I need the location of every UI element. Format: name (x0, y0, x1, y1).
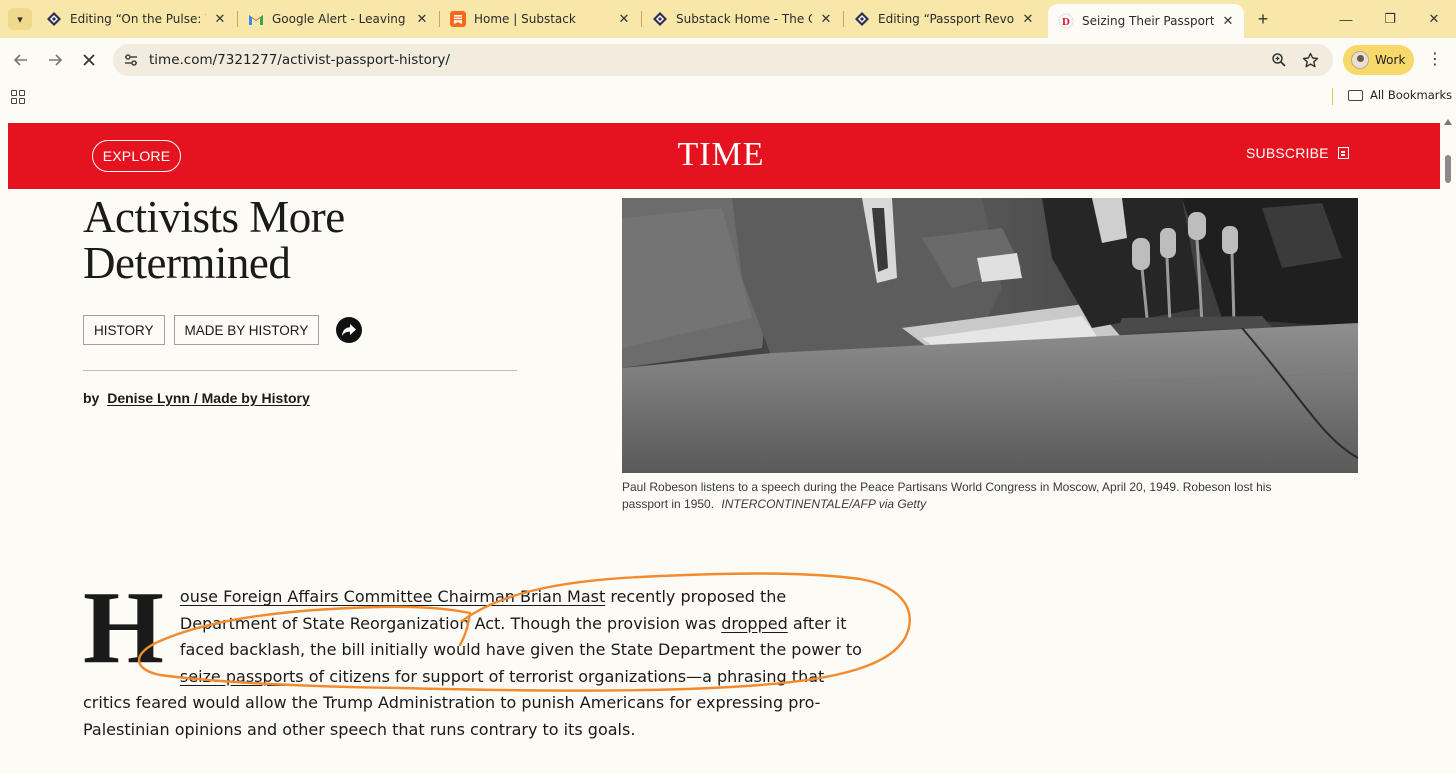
tab-title: Substack Home - The Cons (676, 12, 812, 26)
close-icon[interactable]: ✕ (616, 11, 632, 27)
apps-grid-icon[interactable] (11, 90, 25, 104)
explore-button[interactable]: EXPLORE (92, 140, 181, 172)
stop-loading-button[interactable] (77, 48, 101, 72)
substack-editor-icon (854, 11, 870, 27)
close-icon[interactable]: ✕ (212, 11, 228, 27)
site-settings-icon[interactable] (123, 52, 139, 68)
press-conference-photo (622, 198, 1358, 473)
close-icon[interactable]: ✕ (414, 11, 430, 27)
profile-label: Work (1375, 53, 1406, 67)
arrow-left-icon (13, 54, 27, 66)
photo-caption: Paul Robeson listens to a speech during … (622, 479, 1302, 513)
tab-title: Home | Substack (474, 12, 576, 26)
tab-title: Editing “On the Pulse: Wee (70, 12, 206, 26)
folder-icon (1348, 89, 1363, 101)
scroll-up-arrow-icon[interactable] (1444, 119, 1452, 125)
browser-toolbar: time.com/7321277/activist-passport-histo… (0, 38, 1456, 83)
subscribe-label: SUBSCRIBE (1246, 145, 1329, 161)
web-page: EXPLORE TIME SUBSCRIBE Activists More De… (0, 113, 1440, 774)
tab-substack-home-cons[interactable]: Substack Home - The Cons ✕ (642, 0, 842, 38)
star-icon (1302, 52, 1318, 67)
bookmarks-separator (1332, 88, 1333, 105)
forward-button[interactable] (43, 48, 67, 72)
headline-line: Activists More (83, 192, 345, 242)
substack-editor-icon (46, 11, 62, 27)
minimize-icon: — (1339, 11, 1353, 27)
back-button[interactable] (9, 48, 33, 72)
browser-menu-button[interactable]: ⋮ (1427, 49, 1443, 71)
article-body: H ouse Foreign Affairs Committee Chairma… (83, 570, 863, 744)
restore-icon: ❐ (1384, 11, 1396, 26)
caption-text: Paul Robeson listens to a speech during … (622, 480, 1272, 511)
tab-substack-home[interactable]: Home | Substack ✕ (440, 0, 640, 38)
close-icon[interactable]: ✕ (818, 11, 834, 27)
profile-button[interactable]: Work (1343, 45, 1414, 75)
headline-line: Determined (83, 238, 291, 288)
tab-title: Google Alert - Leaving the (272, 12, 408, 26)
tab-google-alert[interactable]: Google Alert - Leaving the ✕ (238, 0, 438, 38)
close-icon: ✕ (1428, 11, 1440, 26)
author-link[interactable]: Denise Lynn / Made by History (107, 390, 310, 406)
scroll-thumb[interactable] (1445, 155, 1451, 183)
close-icon[interactable]: ✕ (1020, 11, 1036, 27)
byline: by Denise Lynn / Made by History (83, 390, 310, 406)
arrow-right-icon (49, 54, 63, 66)
zoom-icon (1272, 53, 1286, 67)
address-bar[interactable]: time.com/7321277/activist-passport-histo… (113, 44, 1333, 76)
zoom-button[interactable] (1269, 50, 1289, 70)
tab-title: Editing “Passport Revocatio (878, 12, 1014, 26)
photo-credit: INTERCONTINENTALE/AFP via Getty (721, 497, 927, 511)
bookmarks-bar: All Bookmarks (0, 83, 1456, 111)
svg-text:D: D (1062, 16, 1070, 28)
chevron-down-icon: ▾ (17, 13, 23, 26)
dropped-link[interactable]: dropped (721, 614, 787, 633)
time-logo[interactable]: TIME (675, 136, 767, 174)
time-icon: D (1058, 13, 1074, 29)
seize-passports-link[interactable]: seize passports (180, 667, 304, 686)
close-icon[interactable]: ✕ (1220, 13, 1236, 29)
restore-button[interactable]: ❐ (1368, 0, 1412, 38)
tag-made-by-history[interactable]: MADE BY HISTORY (173, 315, 320, 345)
gmail-icon (248, 11, 264, 27)
tab-editing-passport[interactable]: Editing “Passport Revocatio ✕ (844, 0, 1044, 38)
avatar (1351, 51, 1369, 69)
share-button[interactable] (336, 317, 363, 343)
url-text[interactable]: time.com/7321277/activist-passport-histo… (149, 52, 450, 68)
tab-title: Seizing Their Passports On (1082, 14, 1214, 28)
hero-photo (622, 198, 1358, 473)
close-window-button[interactable]: ✕ (1412, 0, 1456, 38)
magazine-icon (1337, 147, 1349, 159)
close-icon (83, 54, 95, 66)
new-tab-button[interactable]: + (1252, 8, 1274, 30)
tab-search-button[interactable]: ▾ (8, 8, 32, 30)
all-bookmarks-label: All Bookmarks (1370, 88, 1453, 102)
drop-cap: H (83, 570, 164, 685)
tab-strip: ▾ Editing “On the Pulse: Wee ✕ Google Al… (0, 0, 1456, 38)
substack-editor-icon (652, 11, 668, 27)
minimize-button[interactable]: — (1324, 0, 1368, 38)
article-headline: Activists More Determined (83, 194, 543, 286)
page-scrollbar[interactable] (1440, 113, 1456, 774)
more-vertical-icon: ⋮ (1427, 51, 1443, 68)
share-arrow-icon (342, 324, 357, 336)
byline-prefix: by (83, 390, 100, 406)
site-header: EXPLORE TIME SUBSCRIBE (8, 123, 1440, 189)
subscribe-link[interactable]: SUBSCRIBE (1246, 145, 1349, 161)
byline-divider (83, 370, 517, 371)
article-tags: HISTORY MADE BY HISTORY (83, 315, 363, 345)
tab-seizing-their-passports[interactable]: D Seizing Their Passports On ✕ (1048, 4, 1244, 38)
tab-editing-on-the-pulse[interactable]: Editing “On the Pulse: Wee ✕ (36, 0, 236, 38)
tag-history[interactable]: HISTORY (83, 315, 165, 345)
plus-icon: + (1257, 9, 1269, 29)
substack-icon (450, 11, 466, 27)
all-bookmarks-button[interactable]: All Bookmarks (1348, 88, 1452, 102)
brian-mast-link[interactable]: ouse Foreign Affairs Committee Chairman … (180, 587, 605, 606)
bookmark-star-button[interactable] (1300, 50, 1320, 70)
